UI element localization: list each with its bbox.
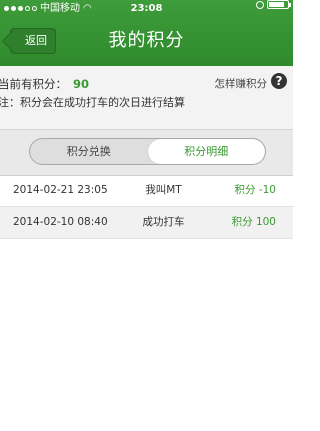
- alarm-icon: [256, 0, 264, 9]
- tab-points-details[interactable]: 积分明细: [147, 139, 265, 164]
- page-title: 我的积分: [108, 30, 185, 51]
- tab-area: 积分兑换 积分明细: [0, 129, 293, 176]
- points-record-list: 2014-02-21 23:05 我叫MT 积分 -10 2014-02-10 …: [0, 175, 293, 239]
- battery-icon: [267, 0, 291, 9]
- points-summary: 当前有积分： 90 怎样赚积分 ? 注：积分会在成功打车的次日进行结算: [0, 66, 293, 129]
- battery-level: [269, 2, 285, 7]
- record-points: 积分 -10: [234, 184, 277, 196]
- how-to-earn-link[interactable]: 怎样赚积分: [215, 76, 268, 91]
- current-points-label: 当前有积分：: [0, 77, 67, 91]
- current-points: 当前有积分： 90: [0, 76, 89, 92]
- status-bar: 中国移动 ◠ 23:08: [0, 0, 293, 17]
- status-right: [256, 0, 291, 9]
- current-points-value: 90: [73, 77, 90, 91]
- tab-points-exchange[interactable]: 积分兑换: [30, 139, 148, 164]
- settlement-note: 注：积分会在成功打车的次日进行结算: [0, 96, 185, 109]
- segmented-control: 积分兑换 积分明细: [29, 138, 266, 165]
- help-icon[interactable]: ?: [271, 73, 287, 89]
- list-item[interactable]: 2014-02-21 23:05 我叫MT 积分 -10: [0, 175, 293, 207]
- record-points: 积分 100: [231, 216, 276, 228]
- status-time: 23:08: [130, 3, 163, 14]
- nav-bar: 中国移动 ◠ 23:08 返回 我的积分: [0, 0, 293, 66]
- list-item[interactable]: 2014-02-10 08:40 成功打车 积分 100: [0, 207, 293, 239]
